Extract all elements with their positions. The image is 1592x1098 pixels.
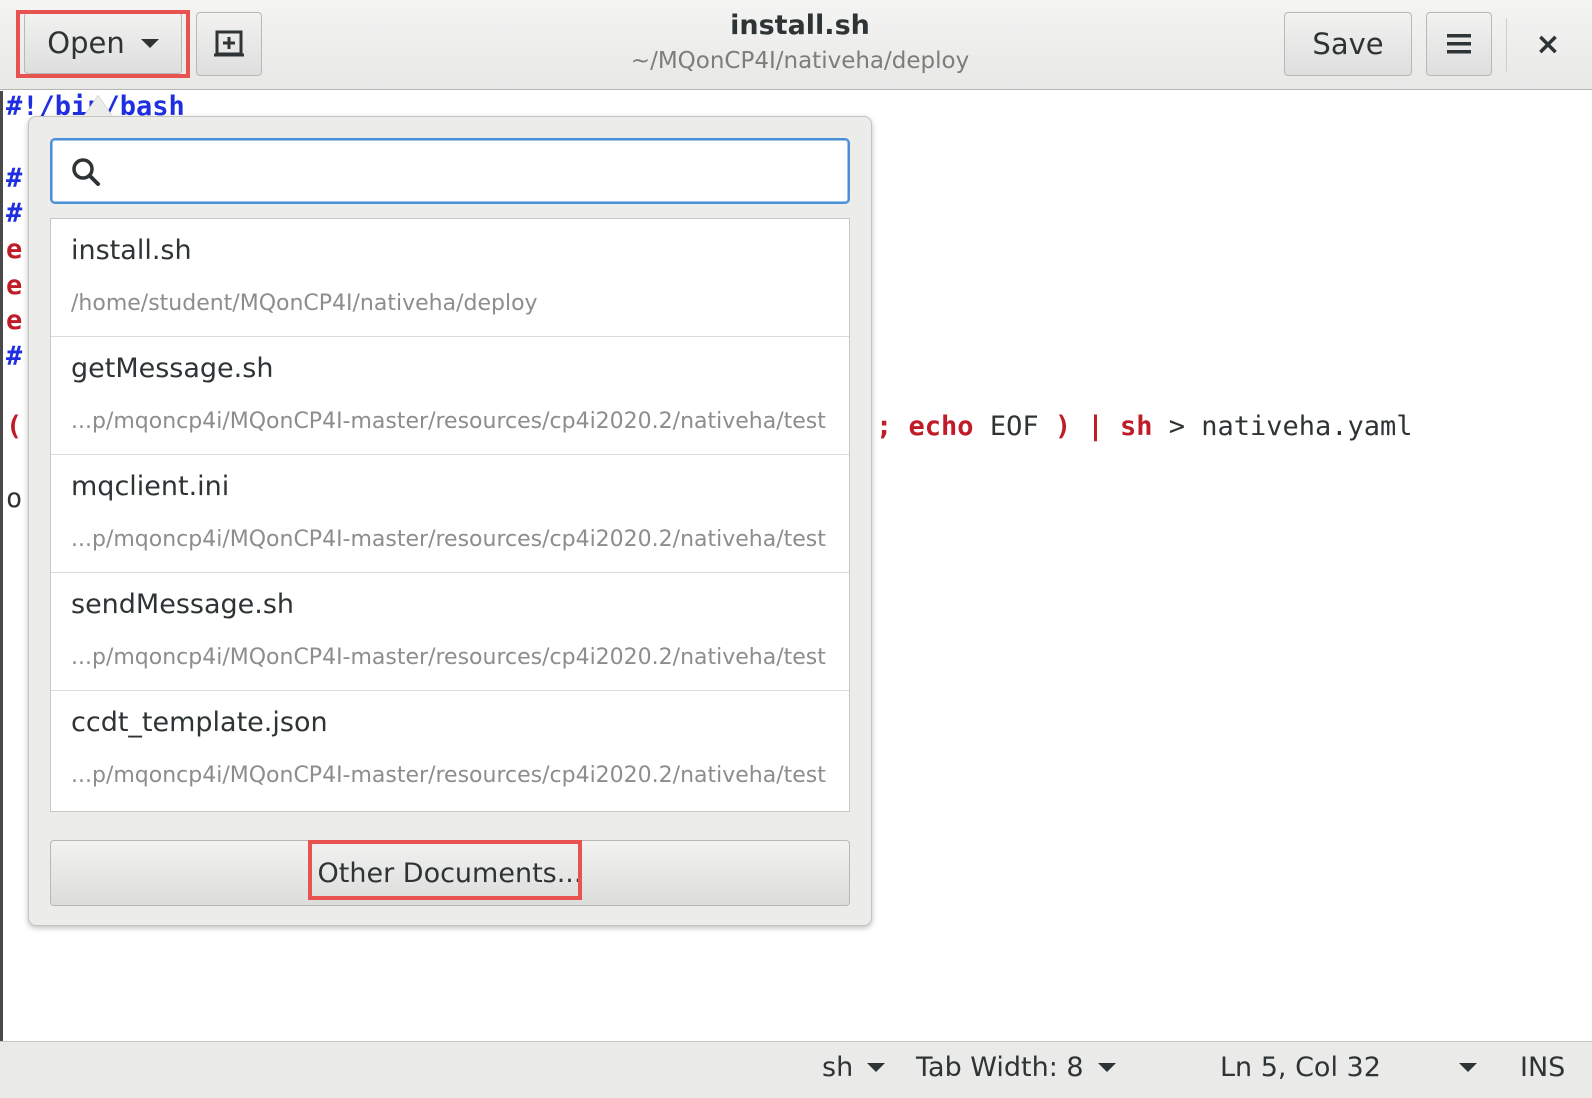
chevron-down-icon xyxy=(1458,1063,1477,1072)
status-bar: sh Tab Width: 8 Ln 5, Col 32 INS xyxy=(0,1041,1592,1098)
code-token-close-paren: ) xyxy=(1054,411,1072,442)
code-line-4: # xyxy=(6,198,23,229)
header-bar: Open install.sh ~/MQonCP4I/nativeha/depl… xyxy=(0,0,1592,90)
insert-mode-indicator: INS xyxy=(1520,1052,1565,1083)
file-name: mqclient.ini xyxy=(71,471,230,502)
code-line-7: e xyxy=(6,305,23,336)
code-token-echo: echo xyxy=(908,411,974,442)
code-line-10-start: ( xyxy=(6,411,23,442)
window-title: install.sh xyxy=(730,10,870,41)
other-documents-button[interactable]: Other Documents... xyxy=(50,840,850,906)
code-token-pipe: | xyxy=(1087,411,1104,442)
list-item[interactable]: install.sh /home/student/MQonCP4I/native… xyxy=(51,219,849,337)
insert-mode-label: INS xyxy=(1520,1052,1566,1083)
header-separator xyxy=(1506,18,1507,72)
open-button[interactable]: Open xyxy=(24,12,182,74)
new-document-button[interactable] xyxy=(196,12,262,76)
open-button-label: Open xyxy=(47,26,125,60)
chevron-down-icon xyxy=(1097,1063,1116,1072)
language-label: sh xyxy=(822,1052,854,1083)
list-item[interactable]: getMessage.sh ...p/mqoncp4i/MQonCP4I-mas… xyxy=(51,337,849,455)
code-token-sh: sh xyxy=(1119,411,1153,442)
close-button[interactable]: × xyxy=(1524,22,1572,66)
code-token-semicolon: ; xyxy=(876,411,893,442)
code-line-10-tail: ; echo EOF ) | sh > nativeha.yaml xyxy=(876,411,1413,442)
window-subtitle: ~/MQonCP4I/nativeha/deploy xyxy=(630,48,970,74)
search-input[interactable] xyxy=(108,148,832,196)
search-field[interactable] xyxy=(50,138,850,204)
new-tab-icon xyxy=(214,30,244,57)
chevron-down-icon xyxy=(867,1063,886,1072)
editor-left-edge xyxy=(0,91,3,1041)
cursor-position-label: Ln 5, Col 32 xyxy=(1220,1052,1381,1083)
other-documents-label: Other Documents... xyxy=(317,857,583,889)
code-line-8: # xyxy=(6,341,23,372)
file-name: sendMessage.sh xyxy=(71,589,295,620)
file-name: install.sh xyxy=(71,235,192,266)
code-line-3: # xyxy=(6,163,23,194)
tab-width-label: Tab Width: 8 xyxy=(916,1052,1084,1083)
close-icon: × xyxy=(1535,26,1561,62)
file-name: ccdt_template.json xyxy=(71,707,328,738)
list-item[interactable]: ccdt_template.json ...p/mqoncp4i/MQonCP4… xyxy=(51,691,849,809)
file-name: getMessage.sh xyxy=(71,353,274,384)
recent-files-list: install.sh /home/student/MQonCP4I/native… xyxy=(50,218,850,812)
code-line-6: e xyxy=(6,270,23,301)
list-item[interactable]: sendMessage.sh ...p/mqoncp4i/MQonCP4I-ma… xyxy=(51,573,849,691)
code-token-eof: EOF xyxy=(989,411,1039,442)
file-path: ...p/mqoncp4i/MQonCP4I-master/resources/… xyxy=(71,527,826,552)
cursor-position-selector[interactable]: Ln 5, Col 32 xyxy=(1220,1052,1477,1083)
tab-width-selector[interactable]: Tab Width: 8 xyxy=(916,1052,1116,1083)
file-path: ...p/mqoncp4i/MQonCP4I-master/resources/… xyxy=(71,409,826,434)
popover-arrow xyxy=(84,96,112,116)
save-button-label: Save xyxy=(1312,27,1384,61)
save-button[interactable]: Save xyxy=(1284,12,1412,76)
code-line-12: o xyxy=(6,483,23,514)
search-icon xyxy=(72,158,100,186)
language-selector[interactable]: sh xyxy=(822,1052,886,1083)
code-line-5: e xyxy=(6,234,23,265)
file-path: ...p/mqoncp4i/MQonCP4I-master/resources/… xyxy=(71,645,826,670)
file-path: ...p/mqoncp4i/MQonCP4I-master/resources/… xyxy=(71,763,826,788)
file-path: /home/student/MQonCP4I/nativeha/deploy xyxy=(71,291,538,316)
list-item[interactable]: mqclient.ini ...p/mqoncp4i/MQonCP4I-mast… xyxy=(51,455,849,573)
menu-button[interactable] xyxy=(1426,12,1492,76)
hamburger-menu-icon xyxy=(1447,34,1471,54)
chevron-down-icon xyxy=(140,38,159,48)
code-token-redirect: > nativeha.yaml xyxy=(1168,411,1413,442)
